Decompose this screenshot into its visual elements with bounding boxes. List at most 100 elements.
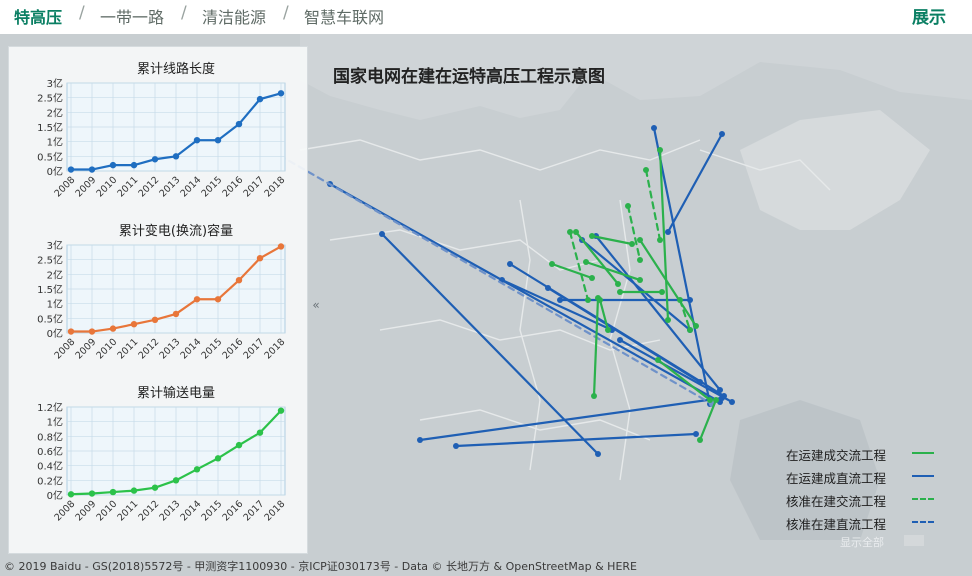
station-marker [637, 257, 643, 263]
dc-line [618, 338, 734, 404]
legend-item-dc-built: 在运建成直流工程 [786, 465, 936, 488]
station-marker [637, 277, 643, 283]
station-marker [545, 285, 551, 291]
x-tick-label: 2009 [73, 499, 98, 524]
chart-title: 累计输送电量 [137, 385, 215, 401]
legend-label: 在运建成交流工程 [786, 448, 887, 463]
y-tick-label: 0亿 [47, 165, 63, 178]
data-point [172, 153, 180, 160]
station-marker [583, 259, 589, 265]
legend-item-ac-approved: 核准在建交流工程 [786, 488, 936, 511]
show-all-toggle[interactable] [904, 535, 924, 546]
map-legend: 在运建成交流工程 在运建成直流工程 核准在建交流工程 核准在建直流工程 [786, 442, 936, 534]
statistics-charts: 累计线路长度0亿0.5亿1亿1.5亿2亿2.5亿3亿20082009201020… [37, 61, 287, 524]
y-tick-label: 2亿 [47, 268, 63, 281]
dc-line [454, 432, 698, 448]
station-marker [677, 297, 683, 303]
legend-label: 核准在建交流工程 [786, 494, 887, 509]
x-tick-label: 2017 [241, 499, 266, 524]
data-point [214, 455, 222, 462]
map-title: 国家电网在建在运特高压工程示意图 [333, 67, 605, 87]
station-marker [655, 357, 661, 363]
x-tick-label: 2012 [136, 499, 161, 524]
x-tick-label: 2012 [136, 175, 161, 200]
data-point [109, 488, 117, 496]
x-tick-label: 2010 [94, 337, 119, 362]
station-marker [717, 387, 723, 393]
data-point [172, 310, 180, 318]
x-tick-label: 2016 [220, 337, 245, 362]
y-tick-label: 0.2亿 [37, 474, 63, 487]
y-tick-label: 1亿 [47, 136, 63, 149]
x-tick-label: 2008 [52, 175, 77, 200]
data-point [277, 407, 285, 414]
dc-line [380, 232, 600, 456]
station-marker [637, 237, 643, 243]
station-marker [657, 237, 663, 243]
statistics-panel: 累计线路长度 0亿 0.5亿 1亿 1.5亿 2亿 2.5亿 3亿 2008 2009 2010 20… [8, 46, 308, 554]
station-marker [625, 203, 631, 209]
data-point [214, 296, 222, 303]
data-point [88, 490, 96, 497]
x-tick-label: 2012 [136, 337, 161, 362]
chart-title: 累计线路长度 [137, 61, 215, 77]
station-marker [643, 167, 649, 173]
station-marker [585, 297, 591, 303]
y-tick-label: 1.5亿 [37, 121, 63, 134]
y-tick-label: 1.2亿 [37, 401, 63, 414]
station-marker [557, 297, 563, 303]
y-tick-label: 0.5亿 [37, 150, 63, 163]
data-point [172, 477, 180, 484]
station-marker [597, 297, 603, 303]
x-tick-label: 2011 [115, 337, 140, 362]
data-point [256, 429, 264, 436]
data-point [256, 95, 264, 103]
ac-line-approved [626, 204, 642, 262]
station-marker [693, 323, 699, 329]
x-tick-label: 2010 [94, 175, 119, 200]
x-tick-label: 2018 [262, 175, 287, 200]
x-tick-label: 2017 [241, 175, 266, 200]
show-all-button[interactable]: 显示全部 [840, 534, 884, 550]
x-tick-label: 2009 [73, 337, 98, 362]
station-marker [507, 261, 513, 267]
x-tick-label: 2008 [52, 499, 77, 524]
y-tick-label: 1亿 [47, 416, 63, 429]
x-tick-label: 2011 [115, 175, 140, 200]
data-point [193, 137, 201, 144]
y-tick-label: 1亿 [47, 298, 63, 311]
data-point [235, 277, 243, 284]
station-marker [573, 229, 579, 235]
x-tick-label: 2014 [178, 337, 203, 362]
data-point [151, 316, 159, 323]
x-tick-label: 2015 [199, 175, 224, 200]
data-point [193, 466, 201, 473]
y-tick-label: 3亿 [47, 239, 63, 252]
legend-swatch [912, 475, 934, 477]
collapse-panel-icon[interactable]: « [306, 290, 326, 320]
ac-line [592, 296, 600, 398]
station-marker [417, 437, 423, 443]
station-marker [665, 317, 671, 323]
station-marker [651, 125, 657, 131]
y-tick-label: 0.4亿 [37, 460, 63, 473]
station-marker [687, 327, 693, 333]
y-tick-label: 0亿 [47, 327, 63, 340]
data-point [88, 328, 96, 335]
x-tick-label: 2014 [178, 499, 203, 524]
map-copyright: © 2019 Baidu - GS(2018)5572号 - 甲测资字11009… [4, 560, 637, 573]
legend-label: 核准在建直流工程 [786, 517, 887, 532]
data-point [109, 325, 117, 332]
x-tick-label: 2015 [199, 337, 224, 362]
station-marker [595, 451, 601, 457]
dc-line [500, 278, 614, 332]
x-tick-label: 2014 [178, 175, 203, 200]
data-point [256, 255, 264, 262]
ac-line-approved [644, 168, 662, 242]
station-marker [453, 443, 459, 449]
y-tick-label: 3亿 [47, 77, 63, 90]
chart-1: 累计线路长度0亿0.5亿1亿1.5亿2亿2.5亿3亿20082009201020… [37, 61, 287, 199]
legend-swatch [912, 452, 934, 454]
x-tick-label: 2011 [115, 499, 140, 524]
legend-item-dc-approved: 核准在建直流工程 [786, 511, 936, 534]
